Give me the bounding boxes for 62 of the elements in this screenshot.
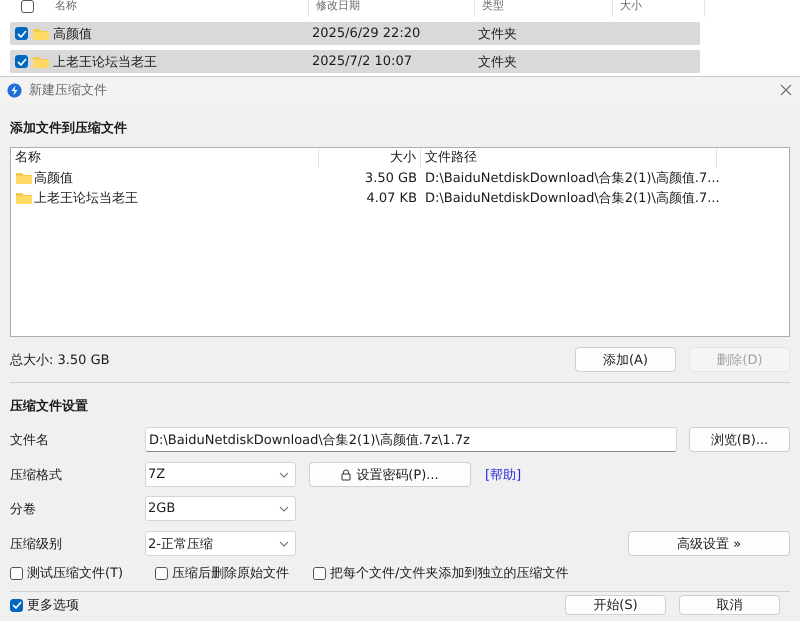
file-size: 4.07 KB — [365, 190, 418, 206]
chevron-icon — [279, 472, 289, 478]
column-header[interactable]: 大小 — [319, 148, 421, 168]
checkbox[interactable] — [21, 0, 34, 13]
file-name: 上老王论坛当老王 — [52, 54, 158, 70]
checkbox[interactable] — [15, 55, 28, 68]
folder-icon — [15, 171, 33, 185]
field-label: 压缩格式 — [10, 466, 63, 484]
folder-icon — [32, 54, 50, 68]
modified-date: 2025/6/29 22:20 — [312, 26, 422, 41]
folder-icon — [15, 191, 33, 205]
cancel-button[interactable]: 取消 — [679, 595, 780, 615]
file-row[interactable]: 上老王论坛当老王 2025/7/2 10:07 文件夹 — [10, 50, 700, 73]
folder-icon — [32, 26, 50, 40]
add-button[interactable]: 添加(A) — [575, 347, 676, 372]
app-logo-icon — [7, 82, 22, 98]
option-label[interactable]: 更多选项 — [27, 596, 79, 614]
field-label: 压缩级别 — [10, 536, 63, 552]
section-heading: 添加文件到压缩文件 — [9, 120, 128, 137]
option-label[interactable]: 压缩后删除原始文件 — [172, 564, 289, 582]
column-header[interactable]: 名称 — [48, 0, 309, 17]
section-heading: 压缩文件设置 — [9, 398, 89, 415]
file-type: 文件夹 — [478, 54, 517, 70]
total-size: 总大小: 3.50 GB — [10, 352, 111, 368]
file-type: 文件夹 — [478, 26, 517, 42]
chevron-icon — [279, 506, 289, 512]
field-label: 文件名 — [10, 432, 50, 448]
file-size: 3.50 GB — [364, 170, 418, 186]
file-name: 高颜值 — [52, 26, 93, 42]
file-row[interactable]: 高颜值 2025/6/29 22:20 文件夹 — [10, 22, 700, 45]
start-button[interactable]: 开始(S) — [565, 595, 666, 615]
modified-date: 2025/7/2 10:07 — [312, 54, 413, 69]
field-label: 分卷 — [10, 500, 37, 518]
column-header[interactable]: 修改日期 — [309, 0, 475, 17]
close-icon[interactable] — [780, 84, 792, 96]
column-header[interactable]: 名称 — [11, 148, 319, 168]
advanced-button[interactable]: 高级设置 » — [628, 531, 790, 556]
browse-button[interactable]: 浏览(B)... — [689, 427, 790, 452]
file-path: D:\BaiduNetdiskDownload\合集2(1)\高颜值.7... — [424, 170, 717, 187]
column-header[interactable]: 大小 — [613, 0, 705, 17]
column-header[interactable]: 文件路径 — [421, 148, 717, 168]
filename-field[interactable]: D:\BaiduNetdiskDownload\合集2(1)\高颜值.7z\1.7z — [145, 427, 677, 452]
chevron-icon — [279, 540, 289, 546]
volume-dropdown[interactable]: 2GB — [145, 496, 296, 521]
checkbox[interactable] — [10, 598, 23, 612]
lock-icon — [341, 468, 352, 480]
help-link[interactable]: [帮助] — [485, 466, 522, 484]
dialog-title: 新建压缩文件 — [29, 82, 108, 99]
level-dropdown[interactable]: 2-正常压缩 — [145, 531, 296, 556]
file-name: 高颜值 — [34, 170, 73, 187]
checkbox[interactable] — [15, 27, 28, 40]
password-button[interactable]: 设置密码(P)... — [309, 462, 471, 487]
format-dropdown[interactable]: 7Z — [145, 462, 296, 487]
column-header[interactable]: 类型 — [475, 0, 613, 17]
file-name: 上老王论坛当老王 — [34, 190, 138, 207]
option-label[interactable]: 把每个文件/文件夹添加到独立的压缩文件 — [330, 564, 568, 582]
file-list[interactable]: 名称 大小 文件路径 高颜值 3.50 GB D:\BaiduNetdiskDownload\合集2(1)\高颜值.7... 上老王论坛当老王 4.07 KB D:\BaiduNetdiskDownload\合集2(1)\高颜值.7... — [10, 147, 790, 337]
file-path: D:\BaiduNetdiskDownload\合集2(1)\高颜值.7... — [424, 190, 717, 207]
option-label[interactable]: 测试压缩文件(T) — [27, 564, 124, 582]
checkbox[interactable] — [313, 566, 326, 580]
checkbox[interactable] — [155, 566, 168, 580]
checkbox[interactable] — [10, 566, 23, 580]
